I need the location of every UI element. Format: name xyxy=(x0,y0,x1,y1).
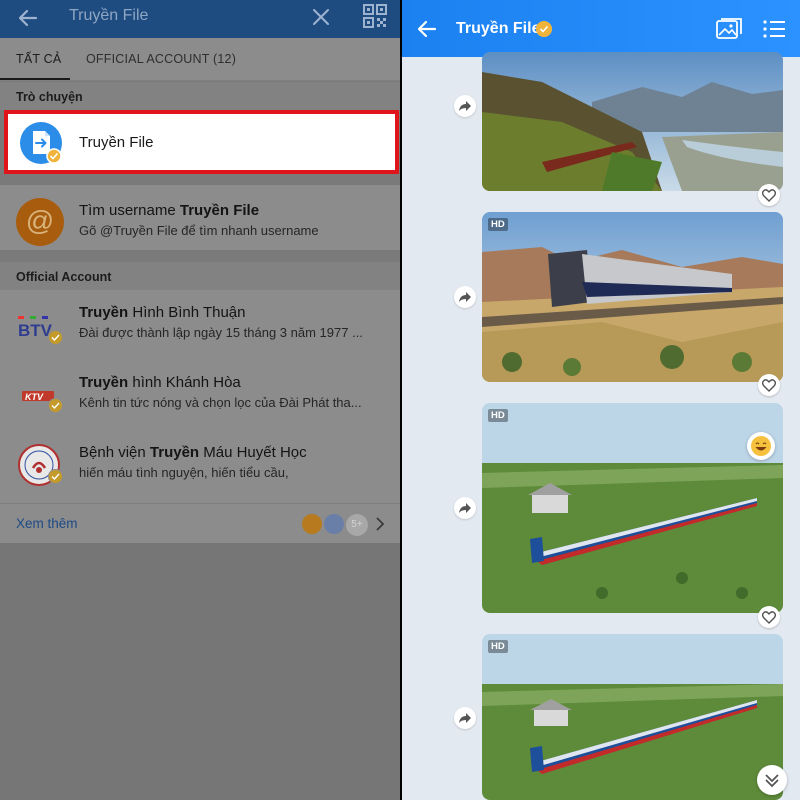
verified-badge-icon xyxy=(48,398,63,413)
chat-image[interactable] xyxy=(482,52,783,191)
section-header-chats: Trò chuyện xyxy=(0,82,400,110)
share-button[interactable] xyxy=(454,497,476,519)
field-train-photo xyxy=(482,634,783,800)
back-arrow-icon[interactable] xyxy=(14,4,42,32)
verified-badge-icon xyxy=(536,21,552,37)
official-account-item[interactable]: BTV Truyền Hình Bình Thuận Đài được thàn… xyxy=(0,290,400,362)
section-header-official: Official Account xyxy=(0,262,400,290)
gallery-icon[interactable] xyxy=(716,18,742,40)
chat-image[interactable]: HD xyxy=(482,634,783,800)
chat-image[interactable]: HD xyxy=(482,403,783,613)
at-sign-icon: @ xyxy=(16,198,64,246)
tab-all[interactable]: TẤT CẢ xyxy=(16,52,61,66)
field-train-photo xyxy=(482,403,783,613)
file-transfer-avatar-icon xyxy=(20,122,62,164)
verified-badge-icon xyxy=(48,330,63,345)
chat-image[interactable]: HD xyxy=(482,212,783,382)
username-search-title: Tìm username Truyền File xyxy=(79,202,260,219)
share-button[interactable] xyxy=(454,286,476,308)
search-input[interactable]: Truyền File xyxy=(69,6,148,26)
chat-panel: Truyền File HD HD HD xyxy=(402,0,800,800)
menu-icon[interactable] xyxy=(762,19,786,39)
see-more-row[interactable]: Xem thêm 5+ xyxy=(0,503,400,543)
chat-result-truyen-file[interactable]: Truyền File xyxy=(4,110,399,174)
mountain-train-photo xyxy=(482,52,783,191)
double-chevron-down-icon xyxy=(765,774,779,788)
official-account-desc: Đài được thành lập ngày 15 tháng 3 năm 1… xyxy=(79,325,363,340)
like-button[interactable] xyxy=(758,184,780,206)
hd-badge: HD xyxy=(488,640,508,653)
mini-avatar xyxy=(302,514,322,534)
hd-badge: HD xyxy=(488,409,508,422)
result-tabs: TẤT CẢ OFFICIAL ACCOUNT (12) xyxy=(0,38,400,81)
see-more-link[interactable]: Xem thêm xyxy=(16,516,78,531)
share-button[interactable] xyxy=(454,95,476,117)
chat-header: Truyền File xyxy=(402,0,800,57)
desert-train-photo xyxy=(482,212,783,382)
official-account-name: Truyền hình Khánh Hòa xyxy=(79,374,241,391)
search-bar: Truyền File xyxy=(0,0,400,38)
section-title: Official Account xyxy=(16,270,112,284)
official-account-name: Truyền Hình Bình Thuận xyxy=(79,304,246,321)
hd-badge: HD xyxy=(488,218,508,231)
close-icon[interactable] xyxy=(308,4,334,30)
username-search-hint: Gõ @Truyền File để tìm nhanh username xyxy=(79,223,319,238)
laughing-emoji-icon[interactable] xyxy=(747,432,775,460)
more-count-badge: 5+ xyxy=(346,514,368,536)
verified-badge-icon xyxy=(48,469,63,484)
qr-code-icon[interactable] xyxy=(362,3,388,29)
search-panel: Truyền File TẤT CẢ OFFICIAL ACCOUNT (12)… xyxy=(0,0,400,800)
username-search-row[interactable]: @ Tìm username Truyền File Gõ @Truyền Fi… xyxy=(0,185,400,250)
official-account-item[interactable]: Bệnh viện Truyền Máu Huyết Học hiến máu … xyxy=(0,432,400,503)
mini-avatar xyxy=(324,514,344,534)
official-account-desc: hiến máu tình nguyện, hiến tiểu cầu, xyxy=(79,465,289,480)
active-tab-indicator xyxy=(0,78,70,80)
chat-name: Truyền File xyxy=(79,134,154,151)
official-account-name: Bệnh viện Truyền Máu Huyết Học xyxy=(79,444,307,461)
share-button[interactable] xyxy=(454,707,476,729)
back-arrow-icon[interactable] xyxy=(416,18,438,40)
section-title: Trò chuyện xyxy=(16,90,83,104)
svg-text:KTV: KTV xyxy=(25,392,44,402)
chevron-right-icon xyxy=(376,517,385,531)
ktv-logo-icon: KTV xyxy=(22,391,54,402)
official-account-desc: Kênh tin tức nóng và chọn lọc của Đài Ph… xyxy=(79,395,362,410)
like-button[interactable] xyxy=(758,374,780,396)
scroll-to-bottom-button[interactable] xyxy=(757,765,787,795)
chat-title: Truyền File xyxy=(456,20,541,37)
empty-area xyxy=(0,543,400,800)
tab-official-account[interactable]: OFFICIAL ACCOUNT (12) xyxy=(86,52,236,66)
like-button[interactable] xyxy=(758,606,780,628)
official-account-item[interactable]: KTV Truyền hình Khánh Hòa Kênh tin tức n… xyxy=(0,362,400,432)
